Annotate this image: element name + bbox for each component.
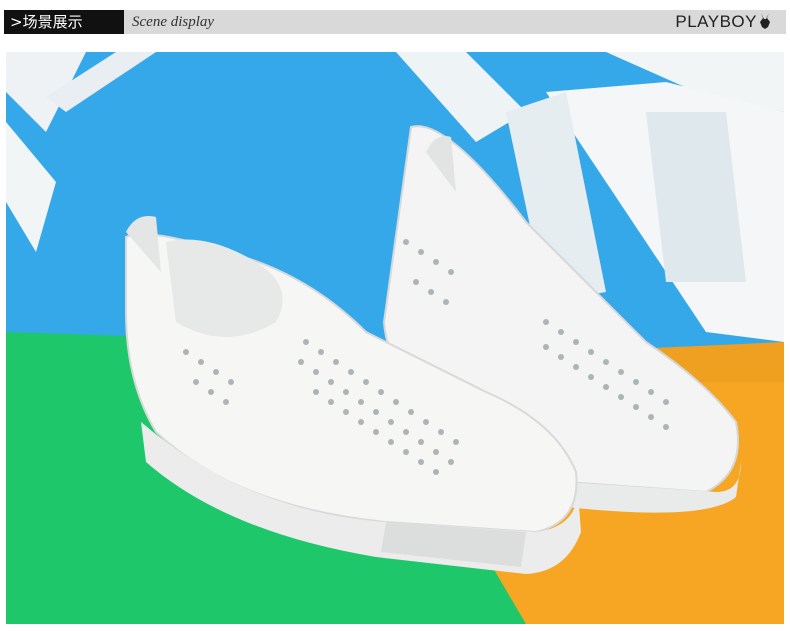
bunny-icon: [760, 13, 770, 29]
brand-name: PLAYBOY: [675, 12, 757, 31]
header-title-block: >场景展示: [4, 10, 124, 34]
header-prefix: >: [10, 13, 23, 31]
product-scene-photo: [6, 52, 784, 624]
brand-logo: PLAYBOY: [675, 10, 772, 34]
header-title-en: Scene display: [132, 14, 215, 30]
header-title-cn: 场景展示: [22, 13, 83, 31]
section-header: >场景展示 Scene display PLAYBOY: [0, 0, 790, 44]
